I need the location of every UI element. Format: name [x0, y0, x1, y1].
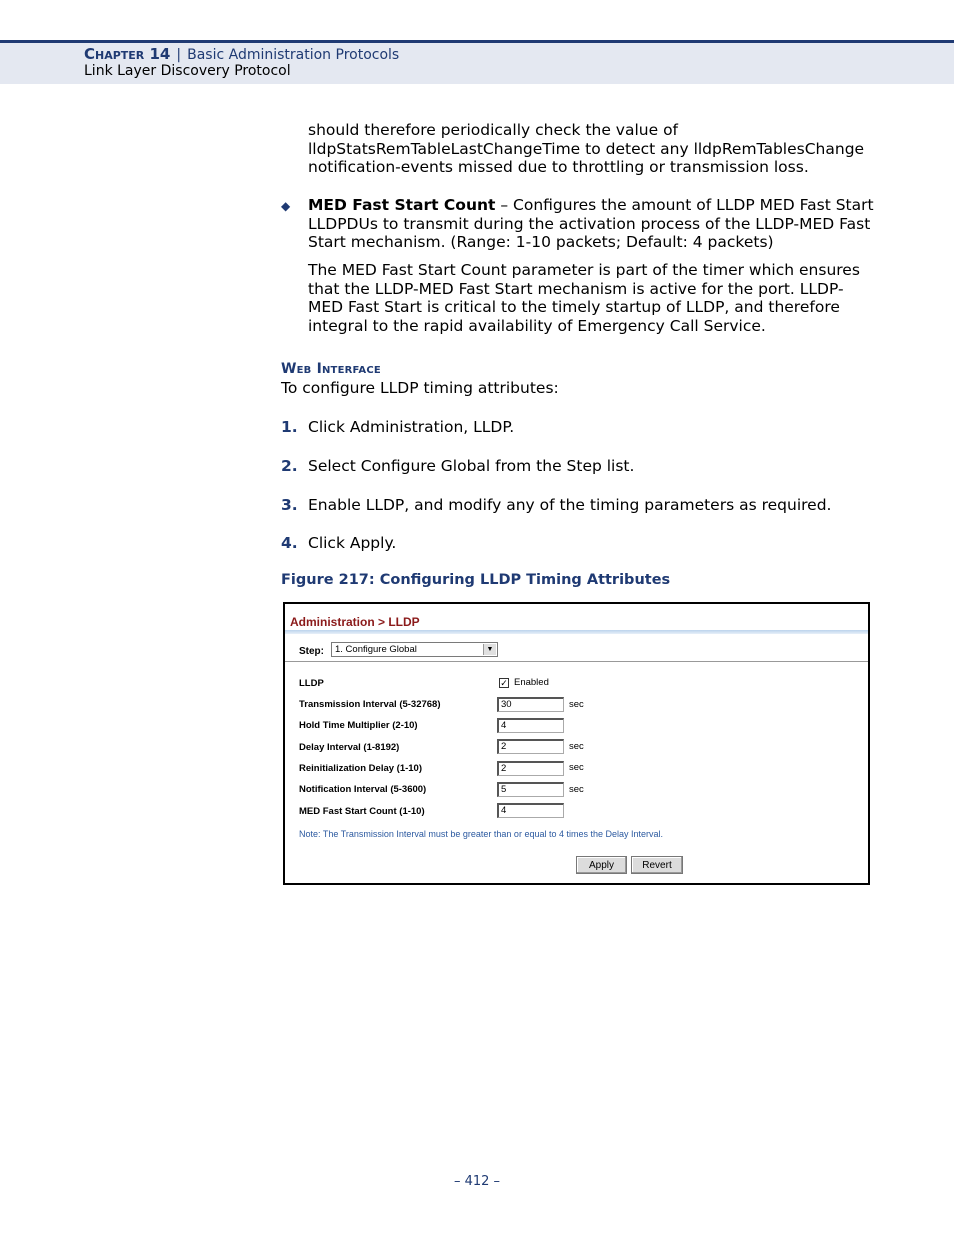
bullet-paragraph: MED Fast Start Count – Configures the am… [308, 196, 878, 252]
step-select-value: 1. Configure Global [335, 644, 417, 655]
med-fast-start-count-input[interactable]: 4 [497, 803, 564, 818]
chevron-down-icon[interactable]: ▼ [483, 644, 496, 655]
bullet-followup-paragraph: The MED Fast Start Count parameter is pa… [308, 261, 860, 336]
step-number: 1. [281, 418, 298, 436]
chapter-label: Chapter 14 [84, 45, 171, 63]
transmission-interval-input[interactable]: 30 [497, 697, 564, 712]
chapter-title: Basic Administration Protocols [187, 47, 400, 63]
field-label: MED Fast Start Count (1-10) [299, 806, 425, 817]
continuation-paragraph: should therefore periodically check the … [308, 121, 865, 177]
page-number: – 412 – [453, 1174, 501, 1189]
step-number: 3. [281, 496, 298, 514]
section-heading: Web Interface [281, 361, 381, 377]
apply-button[interactable]: Apply [576, 856, 627, 874]
bullet-term: MED Fast Start Count [308, 196, 496, 214]
note-text: Note: The Transmission Interval must be … [299, 829, 664, 839]
step-text: Enable LLDP, and modify any of the timin… [308, 496, 832, 514]
field-label: Reinitialization Delay (1-10) [299, 763, 423, 774]
step-number: 4. [281, 534, 298, 552]
step-label: Step: [299, 646, 324, 657]
unit-label: sec [569, 762, 584, 773]
field-label: Hold Time Multiplier (2-10) [299, 720, 418, 731]
divider [285, 661, 868, 662]
figure-screenshot: Administration > LLDP Step: 1. Configure… [283, 602, 870, 885]
delay-interval-input[interactable]: 2 [497, 739, 564, 754]
field-label: Transmission Interval (5-32768) [299, 699, 441, 710]
field-label: Notification Interval (5-3600) [299, 784, 427, 795]
step-text: Click Apply. [308, 534, 397, 552]
header-separator: | [176, 47, 182, 63]
lldp-enabled-label: Enabled [514, 677, 549, 688]
unit-label: sec [569, 784, 584, 795]
title-bar [285, 630, 868, 634]
unit-label: sec [569, 699, 584, 710]
lldp-enabled-checkbox[interactable]: ✓ [499, 678, 509, 688]
field-label: Delay Interval (1-8192) [299, 742, 400, 753]
intro-text: To configure LLDP timing attributes: [281, 379, 559, 397]
notification-interval-input[interactable]: 5 [497, 782, 564, 797]
hold-time-multiplier-input[interactable]: 4 [497, 718, 564, 733]
step-select[interactable]: 1. Configure Global ▼ [331, 642, 498, 657]
step-text: Select Configure Global from the Step li… [308, 457, 635, 475]
step-number: 2. [281, 457, 298, 475]
lldp-label: LLDP [299, 678, 324, 689]
reinitialization-delay-input[interactable]: 2 [497, 761, 564, 776]
diamond-bullet-icon: ◆ [281, 199, 291, 213]
figure-caption: Figure 217: Configuring LLDP Timing Attr… [281, 572, 671, 588]
section-subtitle: Link Layer Discovery Protocol [84, 63, 291, 79]
unit-label: sec [569, 741, 584, 752]
step-text: Click Administration, LLDP. [308, 418, 515, 436]
running-header: Chapter 14 | Basic Administration Protocol… [84, 45, 399, 63]
revert-button[interactable]: Revert [631, 856, 683, 874]
figure-page-title: Administration > LLDP [290, 615, 420, 629]
